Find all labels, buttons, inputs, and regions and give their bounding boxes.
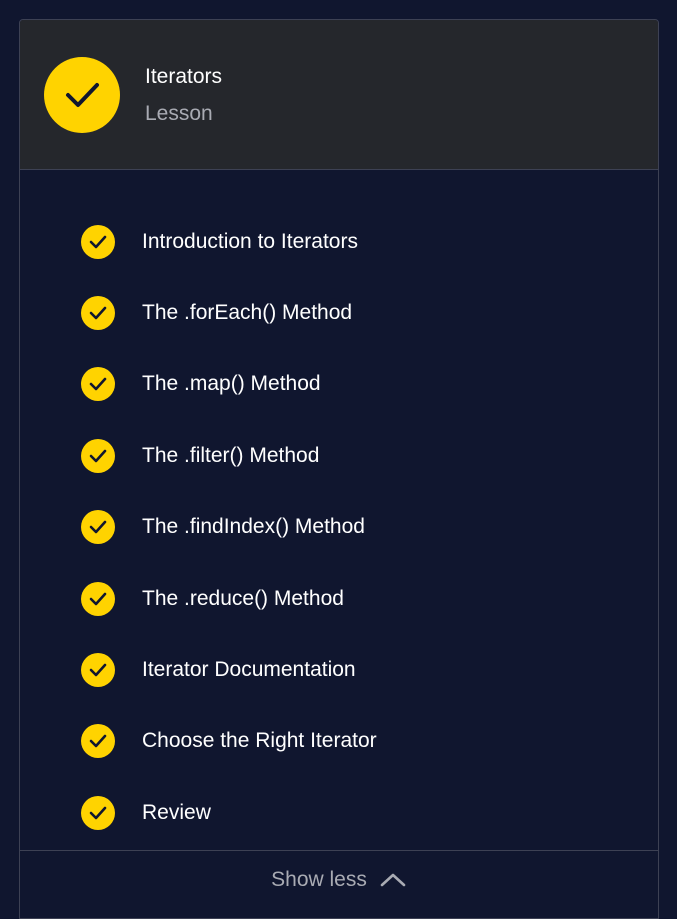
item-complete-check-icon [81,439,115,473]
show-less-toggle[interactable]: Show less [20,850,658,918]
item-complete-check-icon [81,653,115,687]
lesson-item-label: The .map() Method [142,372,321,395]
lesson-item-label: The .reduce() Method [142,587,344,610]
lesson-item-choose-iterator[interactable]: Choose the Right Iterator [20,721,658,761]
show-less-label: Show less [271,868,367,891]
item-complete-check-icon [81,582,115,616]
item-complete-check-icon [81,724,115,758]
lesson-item-introduction[interactable]: Introduction to Iterators [20,222,658,262]
lesson-item-foreach[interactable]: The .forEach() Method [20,293,658,333]
show-less-button[interactable]: Show less [271,868,407,892]
lesson-card: Iterators Lesson Introduction to Iterato… [19,19,659,919]
lesson-item-review[interactable]: Review [20,793,658,833]
lesson-item-documentation[interactable]: Iterator Documentation [20,650,658,690]
lesson-item-label: Iterator Documentation [142,658,356,681]
lesson-type-label: Lesson [145,102,213,125]
lesson-item-findindex[interactable]: The .findIndex() Method [20,507,658,547]
lesson-item-filter[interactable]: The .filter() Method [20,436,658,476]
lesson-item-label: The .forEach() Method [142,301,353,324]
item-complete-check-icon [81,796,115,830]
chevron-up-icon [380,873,406,887]
item-complete-check-icon [81,510,115,544]
lesson-item-label: Choose the Right Iterator [142,729,377,752]
lesson-item-label: The .findIndex() Method [142,515,365,538]
lesson-item-map[interactable]: The .map() Method [20,364,658,404]
item-complete-check-icon [81,225,115,259]
lesson-item-label: Review [142,801,211,824]
show-less-row: Show less [20,868,658,892]
lesson-title: Iterators [145,65,223,88]
lesson-item-label: Introduction to Iterators [142,230,358,253]
item-complete-check-icon [81,296,115,330]
lesson-item-label: The .filter() Method [142,444,320,467]
lesson-complete-check-icon [44,57,120,133]
item-complete-check-icon [81,367,115,401]
lesson-item-reduce[interactable]: The .reduce() Method [20,579,658,619]
lesson-header[interactable]: Iterators Lesson [20,20,658,170]
